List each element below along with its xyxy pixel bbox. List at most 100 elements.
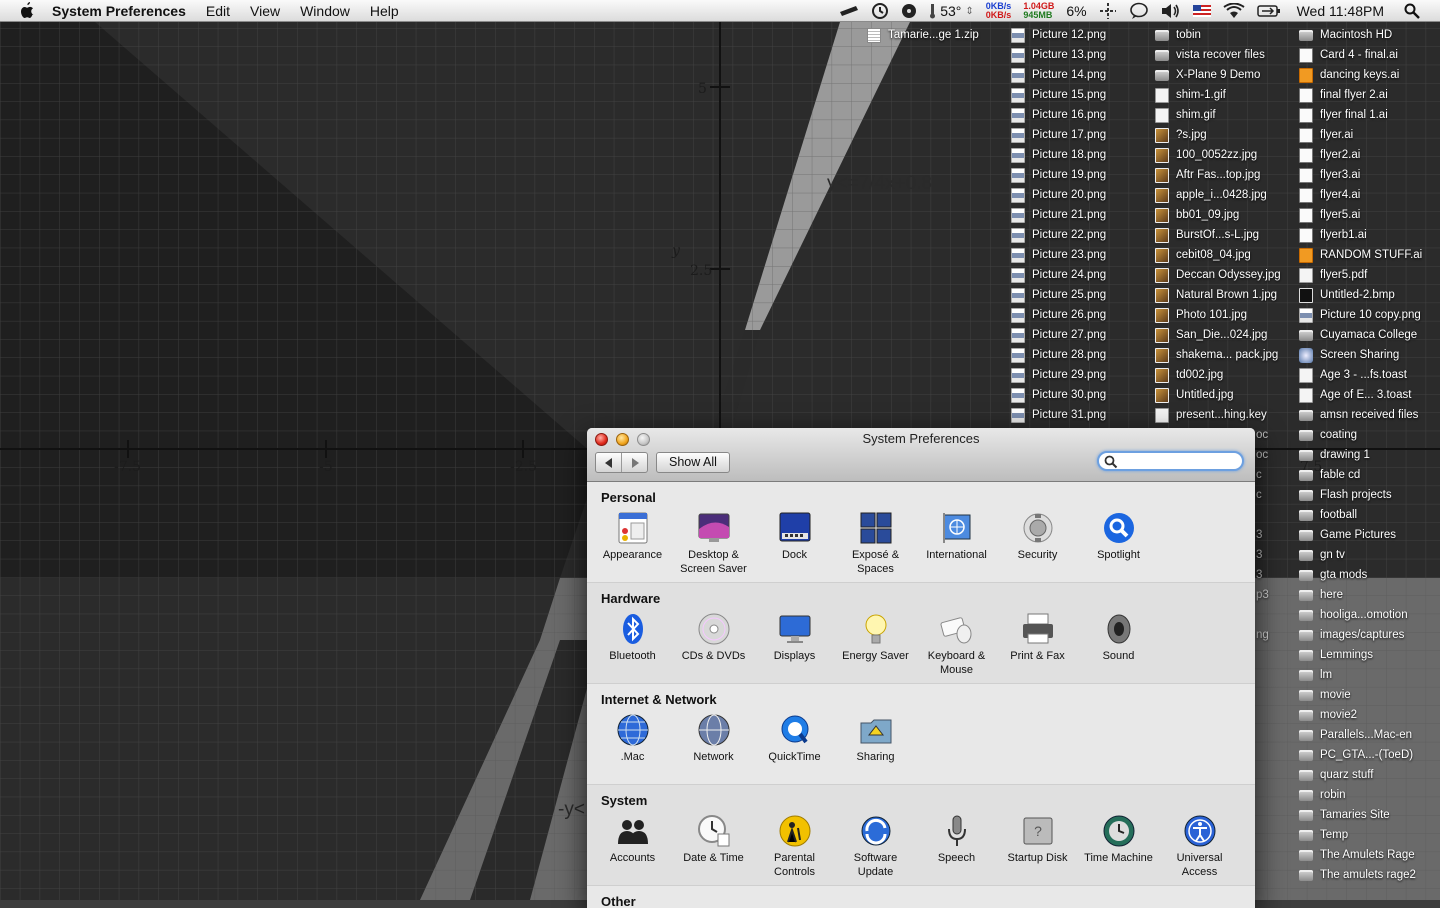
desktop-file-item[interactable]: movie2	[1299, 705, 1357, 725]
desktop-file-item[interactable]: flyer3.ai	[1299, 165, 1360, 185]
desktop-file-item[interactable]: here	[1299, 585, 1343, 605]
desktop-file-item[interactable]: Picture 23.png	[1011, 245, 1106, 265]
desktop-file-item[interactable]: X-Plane 9 Demo	[1155, 65, 1260, 85]
spotlight-menu-icon[interactable]	[1404, 3, 1420, 19]
pane-energy-saver[interactable]: Energy Saver	[835, 608, 916, 677]
desktop-file-item[interactable]: Picture 12.png	[1011, 25, 1106, 45]
desktop-file-item[interactable]: present...hing.key	[1155, 405, 1267, 425]
time-machine-menu-icon[interactable]	[871, 2, 889, 20]
desktop-file-item[interactable]: Picture 31.png	[1011, 405, 1106, 425]
menu-view[interactable]: View	[240, 0, 290, 22]
desktop-file-item[interactable]: Picture 28.png	[1011, 345, 1106, 365]
desktop-file-item[interactable]: Picture 15.png	[1011, 85, 1106, 105]
cpu-meter[interactable]: 6%	[1066, 3, 1086, 19]
desktop-file-item[interactable]: drawing 1	[1299, 445, 1370, 465]
desktop-file-item[interactable]: flyerb1.ai	[1299, 225, 1367, 245]
ichat-icon[interactable]	[1129, 2, 1149, 20]
desktop-file-item[interactable]: flyer5.pdf	[1299, 265, 1367, 285]
desktop-file-item[interactable]: BurstOf...s-L.jpg	[1155, 225, 1259, 245]
pane-sound[interactable]: Sound	[1078, 608, 1159, 677]
desktop-file-item[interactable]: shim.gif	[1155, 105, 1216, 125]
desktop-file-item[interactable]: hooliga...omotion	[1299, 605, 1408, 625]
input-flag-icon[interactable]	[1192, 5, 1211, 17]
desktop-file-item[interactable]: PC_GTA...-(ToeD)	[1299, 745, 1413, 765]
desktop-file-item[interactable]: The amulets rage2	[1299, 865, 1416, 885]
desktop-file-item[interactable]: 100_0052zz.jpg	[1155, 145, 1257, 165]
desktop-file-item[interactable]: Age of E... 3.toast	[1299, 385, 1411, 405]
desktop-file-item[interactable]: Card 4 - final.ai	[1299, 45, 1398, 65]
pane-quicktime[interactable]: QuickTime	[754, 709, 835, 764]
pane-mac[interactable]: .Mac	[592, 709, 673, 764]
desktop-file-item[interactable]: Picture 19.png	[1011, 165, 1106, 185]
desktop-file-item[interactable]: Untitled-2.bmp	[1299, 285, 1395, 305]
desktop-file-item[interactable]: flyer.ai	[1299, 125, 1353, 145]
pane-bluetooth[interactable]: Bluetooth	[592, 608, 673, 677]
pane-cds-dvds[interactable]: CDs & DVDs	[673, 608, 754, 677]
pane-parental-controls[interactable]: Parental Controls	[754, 810, 835, 879]
pane-startup-disk[interactable]: ? Startup Disk	[997, 810, 1078, 879]
pane-dock[interactable]: Dock	[754, 507, 835, 576]
desktop-file-item[interactable]: dancing keys.ai	[1299, 65, 1399, 85]
desktop-file-item[interactable]: San_Die...024.jpg	[1155, 325, 1267, 345]
desktop-file-item[interactable]: quarz stuff	[1299, 765, 1374, 785]
desktop-file-item[interactable]: vista recover files	[1155, 45, 1265, 65]
desktop-file-item[interactable]: Natural Brown 1.jpg	[1155, 285, 1277, 305]
desktop-file-item[interactable]: lm	[1299, 665, 1332, 685]
desktop-file-item[interactable]: RANDOM STUFF.ai	[1299, 245, 1422, 265]
desktop-file-item[interactable]: robin	[1299, 785, 1346, 805]
pane-sharing[interactable]: Sharing	[835, 709, 916, 764]
network-meter[interactable]: 0KB/s 0KB/s	[986, 2, 1012, 20]
forward-button[interactable]	[621, 453, 647, 472]
desktop-file-item[interactable]: Macintosh HD	[1299, 25, 1392, 45]
desktop-file-item[interactable]: Tamarie...ge 1.zip	[867, 25, 979, 45]
desktop-file-item[interactable]: Tamaries Site	[1299, 805, 1390, 825]
desktop-file-item[interactable]: coating	[1299, 425, 1357, 445]
desktop-file-item[interactable]: Picture 29.png	[1011, 365, 1106, 385]
menu-window[interactable]: Window	[290, 0, 360, 22]
pane-keyboard-mouse[interactable]: Keyboard & Mouse	[916, 608, 997, 677]
desktop-file-item[interactable]: Picture 17.png	[1011, 125, 1106, 145]
desktop-file-item[interactable]: flyer4.ai	[1299, 185, 1360, 205]
desktop-file-item[interactable]: Picture 27.png	[1011, 325, 1106, 345]
desktop-file-item[interactable]: Picture 30.png	[1011, 385, 1106, 405]
desktop-file-item[interactable]: Picture 24.png	[1011, 265, 1106, 285]
window-titlebar[interactable]: System Preferences Show All	[587, 428, 1255, 482]
desktop-file-item[interactable]: Picture 20.png	[1011, 185, 1106, 205]
desktop-file-item[interactable]: Picture 22.png	[1011, 225, 1106, 245]
desktop-file-item[interactable]: shim-1.gif	[1155, 85, 1226, 105]
desktop-file-item[interactable]: Picture 16.png	[1011, 105, 1106, 125]
menu-clock[interactable]: Wed 11:48PM	[1297, 3, 1384, 19]
pane-network[interactable]: Network	[673, 709, 754, 764]
desktop-file-item[interactable]: flyer2.ai	[1299, 145, 1360, 165]
desktop-file-item[interactable]: apple_i...0428.jpg	[1155, 185, 1267, 205]
menu-edit[interactable]: Edit	[196, 0, 240, 22]
desktop-file-item[interactable]: Aftr Fas...top.jpg	[1155, 165, 1260, 185]
pane-print-fax[interactable]: Print & Fax	[997, 608, 1078, 677]
desktop-file-item[interactable]: movie	[1299, 685, 1351, 705]
temperature-icon[interactable]: 53° ⇕	[929, 3, 974, 19]
desktop-file-item[interactable]: Untitled.jpg	[1155, 385, 1234, 405]
desktop-file-item[interactable]: Age 3 - ...fs.toast	[1299, 365, 1407, 385]
wifi-icon[interactable]	[1223, 3, 1245, 19]
battery-icon[interactable]	[1256, 4, 1281, 18]
desktop-file-item[interactable]: Picture 26.png	[1011, 305, 1106, 325]
desktop-file-item[interactable]: Picture 18.png	[1011, 145, 1106, 165]
desktop-file-item[interactable]: Picture 14.png	[1011, 65, 1106, 85]
desktop-file-item[interactable]: Picture 25.png	[1011, 285, 1106, 305]
desktop-file-item[interactable]: bb01_09.jpg	[1155, 205, 1239, 225]
desktop-file-item[interactable]: cebit08_04.jpg	[1155, 245, 1251, 265]
desktop-file-item[interactable]: Cuyamaca College	[1299, 325, 1417, 345]
fan-icon[interactable]	[901, 3, 917, 19]
desktop-file-item[interactable]: Game Pictures	[1299, 525, 1396, 545]
pane-accounts[interactable]: Accounts	[592, 810, 673, 879]
pane-appearance[interactable]: Appearance	[592, 507, 673, 576]
desktop-file-item[interactable]: images/captures	[1299, 625, 1404, 645]
pane-speech[interactable]: Speech	[916, 810, 997, 879]
desktop-file-item[interactable]: amsn received files	[1299, 405, 1418, 425]
apple-menu-icon[interactable]	[18, 1, 36, 20]
desktop-file-item[interactable]: tobin	[1155, 25, 1201, 45]
menu-help[interactable]: Help	[360, 0, 409, 22]
desktop-file-item[interactable]: final flyer 2.ai	[1299, 85, 1388, 105]
pane-date-time[interactable]: Date & Time	[673, 810, 754, 879]
pane-security[interactable]: Security	[997, 507, 1078, 576]
